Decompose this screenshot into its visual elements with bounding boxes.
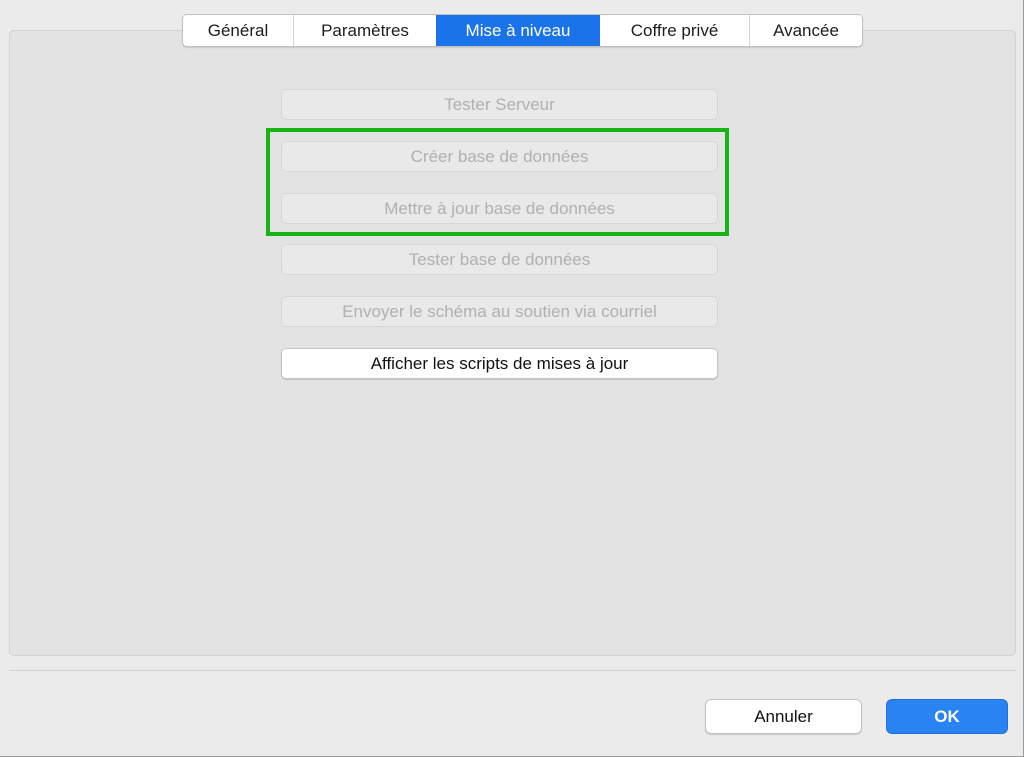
- content-panel: [9, 30, 1016, 656]
- test-server-button[interactable]: Tester Serveur: [281, 89, 718, 120]
- tab-avancee[interactable]: Avancée: [749, 15, 862, 46]
- tab-mise-a-niveau[interactable]: Mise à niveau: [436, 15, 599, 46]
- tab-bar: Général Paramètres Mise à niveau Coffre …: [182, 14, 863, 47]
- send-schema-button[interactable]: Envoyer le schéma au soutien via courrie…: [281, 296, 718, 327]
- ok-button[interactable]: OK: [886, 699, 1008, 734]
- tab-parametres[interactable]: Paramètres: [293, 15, 436, 46]
- tab-general[interactable]: Général: [183, 15, 293, 46]
- test-database-button[interactable]: Tester base de données: [281, 244, 718, 275]
- footer-divider: [9, 670, 1016, 671]
- preferences-window: Général Paramètres Mise à niveau Coffre …: [0, 0, 1024, 757]
- cancel-button[interactable]: Annuler: [705, 699, 862, 734]
- tab-coffre-prive[interactable]: Coffre privé: [599, 15, 749, 46]
- highlight-box: [266, 128, 729, 236]
- show-update-scripts-button[interactable]: Afficher les scripts de mises à jour: [281, 348, 718, 379]
